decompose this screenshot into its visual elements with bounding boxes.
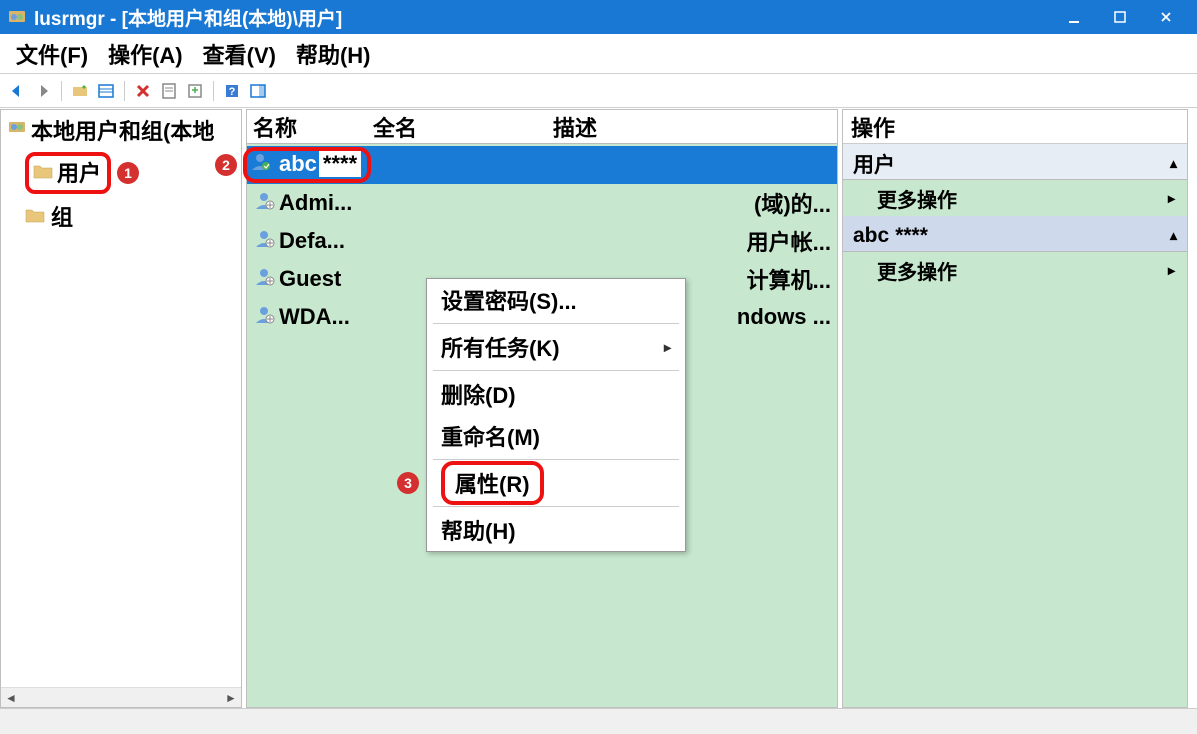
tree-item-groups[interactable]: 组 <box>25 200 235 232</box>
user-desc: 计算机... <box>747 263 837 295</box>
context-menu: 设置密码(S)... 所有任务(K) ▸ 删除(D) 重命名(M) 3 属性(R)… <box>426 278 686 552</box>
user-name: WDA... <box>279 304 350 330</box>
scroll-left-icon[interactable]: ◄ <box>1 688 21 708</box>
status-bar <box>0 708 1197 734</box>
computer-icon <box>7 117 27 143</box>
ctx-label: 重命名(M) <box>441 420 540 452</box>
link-label: 更多操作 <box>877 184 957 213</box>
chevron-up-icon: ▴ <box>1170 227 1177 244</box>
callout-3: 3 <box>397 472 419 494</box>
column-headers: 名称 全名 描述 <box>247 110 837 144</box>
ctx-set-password[interactable]: 设置密码(S)... <box>427 279 685 321</box>
actions-pane: 操作 用户 ▴ 更多操作 ▸ abc **** ▴ 更多操作 ▸ <box>842 109 1188 708</box>
user-icon <box>253 266 279 292</box>
link-label: 更多操作 <box>877 256 957 285</box>
selected-user-label: abc <box>853 224 889 247</box>
tree-item-users[interactable]: 用户 1 <box>25 152 235 194</box>
tree-root-item[interactable]: 本地用户和组(本地 <box>7 114 235 146</box>
ctx-separator <box>433 506 679 507</box>
col-fullname[interactable]: 全名 <box>373 111 553 143</box>
tree-hscroll[interactable]: ◄ ► <box>1 687 241 707</box>
ctx-separator <box>433 323 679 324</box>
detail-view-button[interactable] <box>95 80 117 102</box>
chevron-right-icon: ▸ <box>1168 190 1175 207</box>
actions-more-users[interactable]: 更多操作 ▸ <box>843 180 1187 216</box>
list-item[interactable]: 2 abc**** <box>247 146 837 184</box>
actions-more-selected[interactable]: 更多操作 ▸ <box>843 252 1187 288</box>
actions-section-selected[interactable]: abc **** ▴ <box>843 216 1187 252</box>
user-desc: (域)的... <box>754 187 837 219</box>
ctx-label: 帮助(H) <box>441 514 516 546</box>
svg-text:?: ? <box>229 86 236 98</box>
export-button[interactable] <box>184 80 206 102</box>
callout-2: 2 <box>215 154 237 176</box>
help-button[interactable]: ? <box>221 80 243 102</box>
delete-button[interactable] <box>132 80 154 102</box>
ctx-properties[interactable]: 3 属性(R) <box>427 462 685 504</box>
scroll-right-icon[interactable]: ► <box>221 688 241 708</box>
selected-user-mask: **** <box>895 224 928 248</box>
list-item[interactable]: Defa... 用户帐... <box>247 222 837 260</box>
chevron-up-icon: ▴ <box>1170 155 1177 172</box>
callout-1: 1 <box>117 162 139 184</box>
properties-button[interactable] <box>158 80 180 102</box>
ctx-label: 删除(D) <box>441 378 516 410</box>
maximize-button[interactable] <box>1097 0 1143 34</box>
user-masked: **** <box>319 151 361 177</box>
forward-button[interactable] <box>32 80 54 102</box>
window-title: lusrmgr - [本地用户和组(本地)\用户] <box>34 4 342 31</box>
user-desc: ndows ... <box>737 304 837 330</box>
chevron-right-icon: ▸ <box>1168 262 1175 279</box>
ctx-label: 所有任务(K) <box>441 331 560 363</box>
col-desc[interactable]: 描述 <box>553 111 837 143</box>
user-name: abc <box>279 151 317 176</box>
user-icon <box>253 304 279 330</box>
tree-pane: 本地用户和组(本地 用户 1 组 ◄ ► <box>0 109 242 708</box>
user-name: Defa... <box>279 228 345 254</box>
title-bar: lusrmgr - [本地用户和组(本地)\用户] <box>0 0 1197 34</box>
toolbar: ? <box>0 74 1197 108</box>
folder-icon <box>33 159 53 185</box>
user-icon <box>253 190 279 216</box>
tree-item-label: 用户 <box>57 156 101 188</box>
menu-view[interactable]: 查看(V) <box>193 38 286 70</box>
chevron-right-icon: ▸ <box>664 339 671 356</box>
new-folder-button[interactable] <box>69 80 91 102</box>
user-name: Admi... <box>279 190 352 216</box>
ctx-help[interactable]: 帮助(H) <box>427 509 685 551</box>
ctx-delete[interactable]: 删除(D) <box>427 373 685 415</box>
menu-bar: 文件(F) 操作(A) 查看(V) 帮助(H) <box>0 34 1197 74</box>
actions-section-users[interactable]: 用户 ▴ <box>843 144 1187 180</box>
menu-help[interactable]: 帮助(H) <box>286 38 381 70</box>
ctx-label: 属性(R) <box>455 472 530 497</box>
user-icon <box>249 151 275 177</box>
user-desc: 用户帐... <box>747 225 837 257</box>
list-item[interactable]: Admi... (域)的... <box>247 184 837 222</box>
user-icon <box>253 228 279 254</box>
ctx-all-tasks[interactable]: 所有任务(K) ▸ <box>427 326 685 368</box>
action-pane-button[interactable] <box>247 80 269 102</box>
folder-icon <box>25 203 45 229</box>
tree-root-label: 本地用户和组(本地 <box>31 114 214 146</box>
section-label: 用户 <box>853 149 895 179</box>
col-name[interactable]: 名称 <box>247 111 373 143</box>
minimize-button[interactable] <box>1051 0 1097 34</box>
ctx-separator <box>433 370 679 371</box>
ctx-rename[interactable]: 重命名(M) <box>427 415 685 457</box>
back-button[interactable] <box>6 80 28 102</box>
user-name: Guest <box>279 266 341 292</box>
app-icon <box>8 8 26 26</box>
main-area: 本地用户和组(本地 用户 1 组 ◄ ► 名称 全名 描述 <box>0 108 1197 708</box>
ctx-separator <box>433 459 679 460</box>
menu-action[interactable]: 操作(A) <box>98 38 193 70</box>
menu-file[interactable]: 文件(F) <box>6 38 98 70</box>
tree-view[interactable]: 本地用户和组(本地 用户 1 组 <box>1 110 241 687</box>
actions-header: 操作 <box>843 110 1187 144</box>
ctx-label: 设置密码(S)... <box>441 284 577 316</box>
close-button[interactable] <box>1143 0 1189 34</box>
tree-item-label: 组 <box>51 200 73 232</box>
